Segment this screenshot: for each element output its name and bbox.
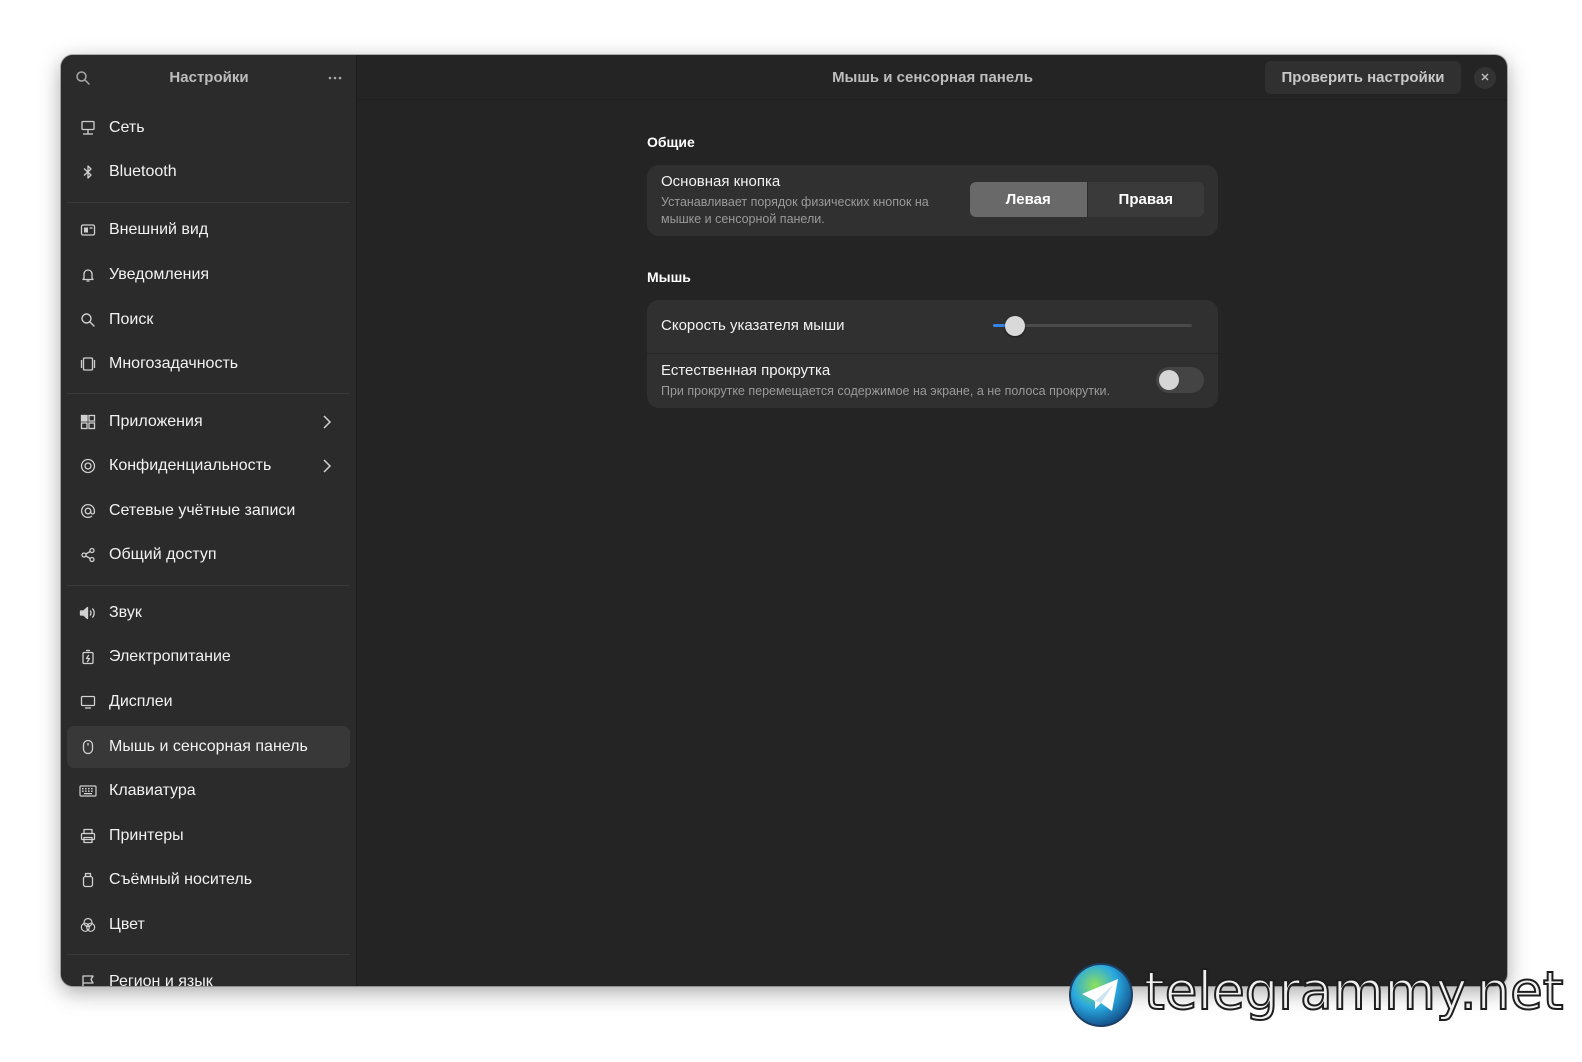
telegram-globe-logo-icon	[1068, 962, 1134, 1028]
natural-scroll-subtitle: При прокрутке перемещается содержимое на…	[661, 384, 1110, 398]
sidebar-header: Настройки	[61, 55, 356, 100]
right-button-option[interactable]: Правая	[1087, 182, 1204, 217]
keyboard-icon	[79, 782, 97, 800]
privacy-icon	[79, 457, 97, 475]
speaker-icon	[79, 604, 97, 622]
printer-icon	[79, 827, 97, 845]
network-icon	[79, 119, 97, 137]
sidebar-item-label: Принтеры	[109, 827, 184, 844]
sidebar-item-label: Сеть	[109, 119, 145, 136]
sidebar-item-label: Внешний вид	[109, 221, 209, 238]
chevron-right-icon	[322, 458, 332, 474]
sidebar-item-label: Электропитание	[109, 648, 231, 665]
sidebar-title: Настройки	[169, 69, 249, 86]
sidebar: Настройки Сеть Bluetooth Внешний вид Уве…	[61, 55, 357, 986]
sidebar-divider	[67, 954, 350, 955]
slider-handle[interactable]	[1004, 316, 1025, 336]
primary-button-subtitle-line2: мышке и сенсорной панели.	[661, 212, 825, 226]
sidebar-divider	[67, 202, 350, 203]
display-icon	[79, 693, 97, 711]
sidebar-item-label: Регион и язык	[109, 973, 213, 986]
main-content: Мышь и сенсорная панель Проверить настро…	[358, 55, 1507, 986]
removable-media-icon	[79, 871, 97, 889]
sidebar-item-notifications[interactable]: Уведомления	[67, 254, 350, 296]
sidebar-item-label: Мышь и сенсорная панель	[109, 738, 308, 755]
sidebar-item-online-accounts[interactable]: Сетевые учётные записи	[67, 490, 350, 532]
chevron-right-icon	[322, 414, 332, 430]
sidebar-item-label: Общий доступ	[109, 546, 217, 563]
close-button[interactable]	[1474, 67, 1496, 89]
sidebar-item-label: Многозадачность	[109, 355, 239, 372]
apps-icon	[79, 413, 97, 431]
mouse-card: Скорость указателя мыши Естественная про…	[647, 300, 1218, 408]
watermark: telegrammy.net	[1068, 960, 1568, 1030]
share-icon	[79, 546, 97, 564]
sidebar-item-label: Приложения	[109, 413, 203, 430]
sidebar-item-search[interactable]: Поиск	[67, 299, 350, 341]
sidebar-item-region-language[interactable]: Регион и язык	[67, 961, 350, 986]
sidebar-item-color[interactable]: Цвет	[67, 904, 350, 946]
mouse-icon	[79, 738, 97, 756]
sidebar-item-label: Съёмный носитель	[109, 871, 253, 888]
sidebar-item-label: Уведомления	[109, 266, 210, 283]
primary-button-toggle-group: Левая Правая	[970, 182, 1204, 217]
sidebar-item-label: Bluetooth	[109, 163, 177, 180]
flag-icon	[79, 973, 97, 986]
sidebar-item-mouse-touchpad[interactable]: Мышь и сенсорная панель	[67, 726, 350, 768]
sidebar-item-multitasking[interactable]: Многозадачность	[67, 343, 350, 385]
section-title-mouse: Мышь	[647, 269, 691, 285]
sidebar-item-power[interactable]: Электропитание	[67, 636, 350, 678]
settings-window: Настройки Сеть Bluetooth Внешний вид Уве…	[61, 55, 1507, 986]
appearance-icon	[79, 221, 97, 239]
bell-icon	[79, 266, 97, 284]
sidebar-item-label: Поиск	[109, 311, 154, 328]
sidebar-item-label: Дисплеи	[109, 693, 173, 710]
sidebar-divider	[67, 585, 350, 586]
menu-dots-icon[interactable]	[325, 69, 345, 87]
section-title-general: Общие	[647, 134, 695, 150]
sidebar-item-label: Сетевые учётные записи	[109, 502, 296, 519]
sidebar-item-keyboard[interactable]: Клавиатура	[67, 770, 350, 812]
sidebar-item-privacy[interactable]: Конфиденциальность	[67, 445, 350, 487]
at-icon	[79, 502, 97, 520]
sidebar-item-displays[interactable]: Дисплеи	[67, 681, 350, 723]
multitasking-icon	[79, 355, 97, 373]
sidebar-item-sound[interactable]: Звук	[67, 592, 350, 634]
close-icon	[1480, 69, 1490, 87]
pointer-speed-title: Скорость указателя мыши	[661, 317, 845, 334]
sidebar-item-apps[interactable]: Приложения	[67, 401, 350, 443]
test-settings-button[interactable]: Проверить настройки	[1265, 61, 1461, 94]
content-header: Мышь и сенсорная панель Проверить настро…	[358, 55, 1507, 100]
sidebar-item-label: Конфиденциальность	[109, 457, 272, 474]
color-icon	[79, 916, 97, 934]
sidebar-item-printers[interactable]: Принтеры	[67, 815, 350, 857]
sidebar-item-sharing[interactable]: Общий доступ	[67, 534, 350, 576]
primary-button-subtitle-line1: Устанавливает порядок физических кнопок …	[661, 195, 929, 209]
switch-knob	[1159, 370, 1179, 390]
sidebar-item-label: Клавиатура	[109, 782, 196, 799]
power-icon	[79, 648, 97, 666]
sidebar-item-label: Цвет	[109, 916, 145, 933]
watermark-text: telegrammy.net	[1143, 960, 1565, 1023]
left-button-option[interactable]: Левая	[970, 182, 1088, 217]
sidebar-item-network[interactable]: Сеть	[67, 107, 350, 149]
sidebar-item-label: Звук	[109, 604, 142, 621]
search-icon	[79, 311, 97, 329]
sidebar-item-removable-media[interactable]: Съёмный носитель	[67, 859, 350, 901]
sidebar-item-bluetooth[interactable]: Bluetooth	[67, 151, 350, 193]
bluetooth-icon	[79, 163, 97, 181]
natural-scroll-title: Естественная прокрутка	[661, 362, 831, 379]
sidebar-divider	[67, 393, 350, 394]
primary-button-title: Основная кнопка	[661, 173, 781, 190]
sidebar-item-appearance[interactable]: Внешний вид	[67, 209, 350, 251]
natural-scroll-switch[interactable]	[1156, 367, 1204, 393]
primary-button-card: Основная кнопка Устанавливает порядок фи…	[647, 165, 1218, 236]
row-divider	[647, 353, 1218, 354]
